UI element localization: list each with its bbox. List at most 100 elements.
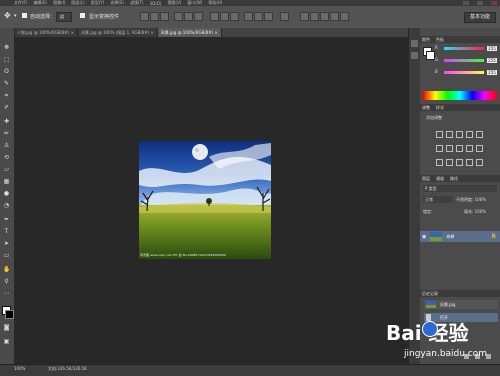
blend-mode-select[interactable]: 正常 <box>423 196 453 203</box>
distribute-left-icon[interactable] <box>244 12 253 21</box>
align-bottom-icon[interactable] <box>160 12 169 21</box>
workspace-button[interactable]: 基本功能 <box>463 12 496 23</box>
distribute-right-icon[interactable] <box>264 12 273 21</box>
auto-select-dropdown[interactable]: 组 <box>56 12 72 22</box>
fill-label[interactable]: 填充: 100% <box>464 209 486 215</box>
minimize-button[interactable] <box>463 1 469 5</box>
pen-tool-icon[interactable]: ✒ <box>3 216 10 223</box>
invert-icon[interactable] <box>436 159 443 166</box>
opacity-label[interactable]: 不透明度: 100% <box>456 197 486 203</box>
distribute-top-icon[interactable] <box>210 12 219 21</box>
clone-stamp-tool-icon[interactable]: ♙ <box>3 142 10 149</box>
lasso-tool-icon[interactable]: ʘ <box>3 68 10 75</box>
tab-styles[interactable]: 样式 <box>436 105 444 111</box>
quick-mask-icon[interactable]: ◙ <box>3 324 10 331</box>
hand-tool-icon[interactable]: ✋ <box>3 266 10 273</box>
threshold-icon[interactable] <box>456 159 463 166</box>
black-white-icon[interactable] <box>456 145 463 152</box>
levels-icon[interactable] <box>446 131 453 138</box>
color-spectrum-bar[interactable] <box>423 91 497 100</box>
path-select-tool-icon[interactable]: ➤ <box>3 240 10 247</box>
healing-brush-tool-icon[interactable]: ✚ <box>3 118 10 125</box>
tab-layers[interactable]: 图层 <box>422 176 430 182</box>
gradient-map-icon[interactable] <box>466 159 473 166</box>
layer-kind-filter[interactable]: P 类型 <box>423 185 497 192</box>
layer-row[interactable]: ◉ 背景 🔒 <box>420 231 500 242</box>
channel-mixer-icon[interactable] <box>476 145 483 152</box>
3d-roll-icon[interactable] <box>320 12 329 21</box>
move-tool-icon[interactable]: ✥ <box>3 44 10 51</box>
screen-mode-icon[interactable]: ▣ <box>3 338 10 345</box>
3d-slide-icon[interactable] <box>340 12 349 21</box>
align-vcenter-icon[interactable] <box>150 12 159 21</box>
tab-color[interactable]: 颜色 <box>422 37 430 43</box>
tab-landscape-layer[interactable]: 风景.jpg @ 100% (图层 1, RGB/8#) × <box>78 28 158 37</box>
landscape-photo[interactable]: 风景图 www.nipic.com BY: 谷 No.2008071921305… <box>139 141 271 259</box>
align-hcenter-icon[interactable] <box>184 12 193 21</box>
more-tools-icon[interactable]: ⋯ <box>3 290 10 297</box>
zoom-tool-icon[interactable]: ⚲ <box>3 278 10 285</box>
distribute-hcenter-icon[interactable] <box>254 12 263 21</box>
channel-r-slider[interactable] <box>444 47 484 50</box>
close-window-button[interactable] <box>491 1 497 5</box>
auto-select-checkbox[interactable] <box>22 13 27 18</box>
marquee-tool-icon[interactable]: ⬚ <box>3 56 10 63</box>
document-info: 文档:226.5K/226.5K <box>48 366 87 371</box>
align-left-icon[interactable] <box>174 12 183 21</box>
channel-g-value[interactable]: 255 <box>487 58 497 63</box>
show-transform-checkbox[interactable] <box>80 13 85 18</box>
history-snapshot[interactable]: 风景.jpg <box>424 300 498 309</box>
gradient-tool-icon[interactable]: ▦ <box>3 178 10 185</box>
tab-paths[interactable]: 路径 <box>450 176 458 182</box>
maximize-button[interactable] <box>477 1 483 5</box>
tab-landscape-active[interactable]: 风景.jpg @ 100%(RGB/8#) × <box>157 28 222 37</box>
photo-filter-icon[interactable] <box>466 145 473 152</box>
auto-align-icon[interactable] <box>280 12 289 21</box>
exposure-icon[interactable] <box>466 131 473 138</box>
history-panel-icon[interactable] <box>411 40 418 47</box>
channel-b-slider[interactable] <box>444 71 484 74</box>
3d-drag-icon[interactable] <box>330 12 339 21</box>
canvas-area[interactable]: 风景图 www.nipic.com BY: 谷 No.2008071921305… <box>14 37 408 365</box>
tab-history[interactable]: 历史记录 <box>422 291 438 297</box>
background-color-swatch[interactable] <box>5 310 14 319</box>
dodge-tool-icon[interactable]: ◔ <box>3 202 10 209</box>
3d-mode-icon[interactable] <box>300 12 309 21</box>
distribute-bottom-icon[interactable] <box>230 12 239 21</box>
blur-tool-icon[interactable]: ● <box>3 190 10 197</box>
layer-name[interactable]: 背景 <box>446 234 454 240</box>
channel-g-slider[interactable] <box>444 59 484 62</box>
type-tool-icon[interactable]: T <box>3 228 10 235</box>
tab-channels[interactable]: 通道 <box>436 176 444 182</box>
zoom-level[interactable]: 100% <box>14 366 25 371</box>
brightness-icon[interactable] <box>436 131 443 138</box>
vibrance-icon[interactable] <box>476 131 483 138</box>
color-balance-icon[interactable] <box>446 145 453 152</box>
curves-icon[interactable] <box>456 131 463 138</box>
tab-adjustments[interactable]: 调整 <box>422 105 430 111</box>
tab-people[interactable]: 人物.jpg @ 100%(RGB/8#) × <box>14 28 79 37</box>
hue-saturation-icon[interactable] <box>436 145 443 152</box>
channel-r-value[interactable]: 255 <box>487 46 497 51</box>
3d-orbit-icon[interactable] <box>310 12 319 21</box>
menu-3d[interactable]: 3D(D) <box>150 1 162 6</box>
visibility-eye-icon[interactable]: ◉ <box>422 234 426 240</box>
properties-panel-icon[interactable] <box>411 52 418 59</box>
crop-tool-icon[interactable]: ⌗ <box>3 92 10 99</box>
history-brush-tool-icon[interactable]: ⟲ <box>3 154 10 161</box>
shape-tool-icon[interactable]: ▭ <box>3 252 10 259</box>
align-right-icon[interactable] <box>194 12 203 21</box>
move-tool-icon[interactable]: ✥ <box>4 11 11 20</box>
posterize-icon[interactable] <box>446 159 453 166</box>
brush-tool-icon[interactable]: ✏ <box>3 130 10 137</box>
bg-color-swatch[interactable] <box>426 51 435 60</box>
tab-swatches[interactable]: 色板 <box>436 37 444 43</box>
channel-b-value[interactable]: 255 <box>487 70 497 75</box>
eraser-tool-icon[interactable]: ▱ <box>3 166 10 173</box>
eyedropper-tool-icon[interactable]: ✐ <box>3 104 10 111</box>
align-top-icon[interactable] <box>140 12 149 21</box>
selective-color-icon[interactable] <box>476 159 483 166</box>
chevron-down-icon[interactable]: ▾ <box>14 13 17 19</box>
quick-select-tool-icon[interactable]: ✎ <box>3 80 10 87</box>
distribute-vcenter-icon[interactable] <box>220 12 229 21</box>
